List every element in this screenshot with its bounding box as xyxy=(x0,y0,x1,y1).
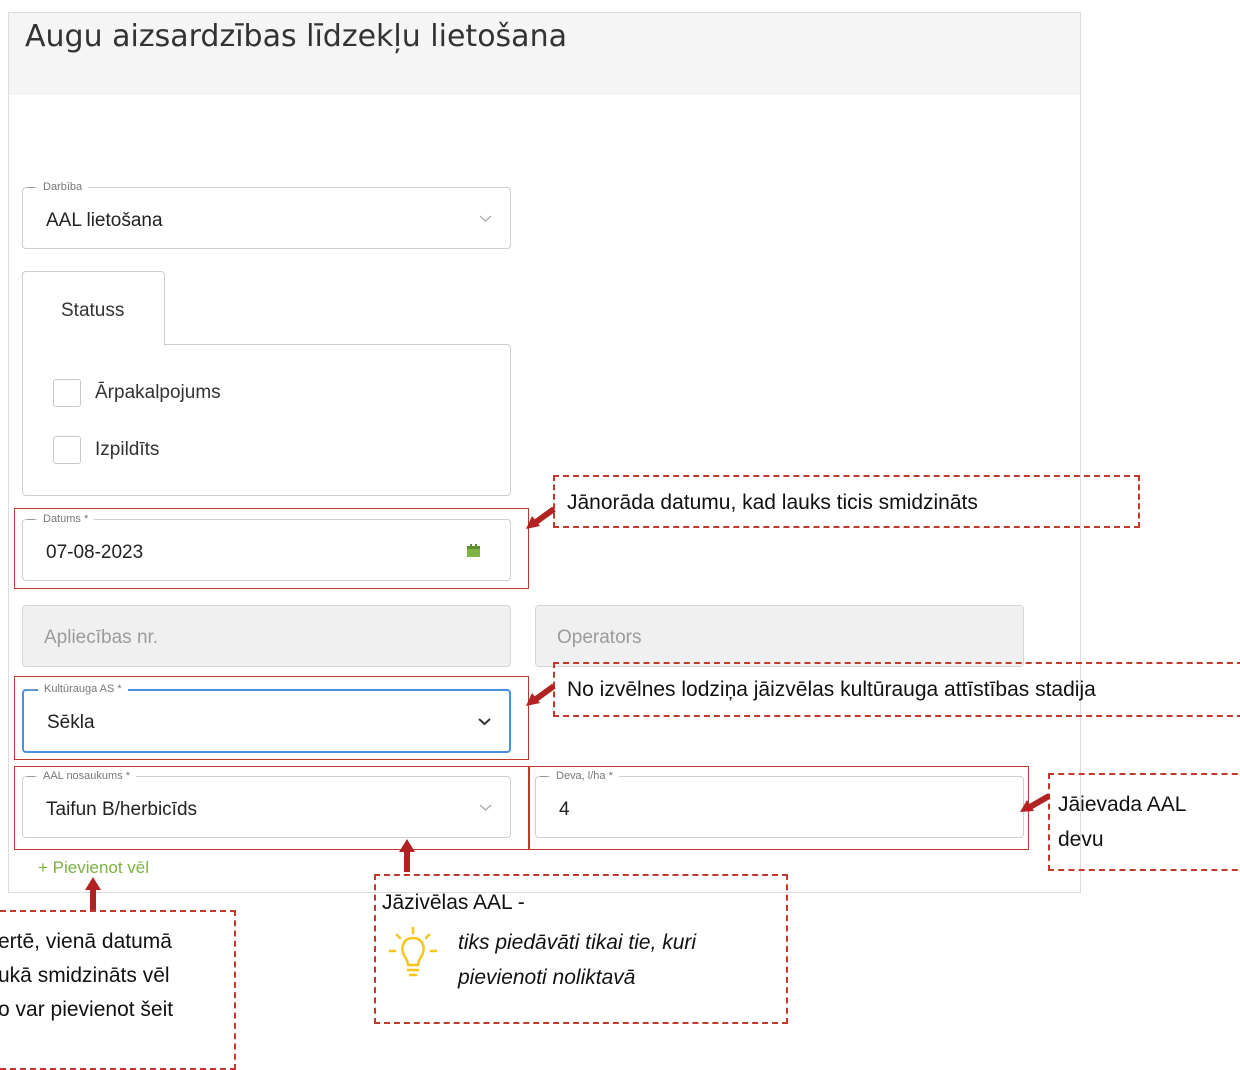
kulturauga-select[interactable]: Kultūrauga AS * Sēkla xyxy=(22,683,511,753)
datums-field[interactable]: Datums * 07-08-2023 xyxy=(22,513,511,581)
calendar-icon[interactable] xyxy=(467,544,480,557)
panel-header: Augu aizsardzības līdzekļu lietošana xyxy=(9,13,1080,95)
checkbox-box[interactable] xyxy=(53,379,81,407)
deva-legend: Deva, l/ha * xyxy=(540,770,619,782)
arrow-icon xyxy=(399,839,415,872)
callout-deva: Jāievada AAL devu xyxy=(1048,773,1240,871)
callout-add-line2: ukā smidzināts vēl xyxy=(0,964,170,987)
kulturauga-legend: Kultūrauga AS * xyxy=(28,683,128,695)
operators-placeholder: Operators xyxy=(557,627,642,648)
callout-deva-line1: Jāievada AAL xyxy=(1058,793,1187,816)
darbiba-select[interactable]: Darbība AAL lietošana xyxy=(22,181,511,249)
callout-deva-line2: devu xyxy=(1058,828,1104,851)
arrow-icon xyxy=(85,877,101,910)
lightbulb-icon xyxy=(388,926,438,977)
operators-input[interactable]: Operators xyxy=(535,605,1024,667)
callout-kulturauga-text: No izvēlnes lodziņa jāizvēlas kultūrauga… xyxy=(567,678,1096,701)
arrow-icon xyxy=(526,683,556,706)
darbiba-value: AAL lietošana xyxy=(46,210,163,231)
datums-legend: Datums * xyxy=(26,513,95,525)
deva-input[interactable]: Deva, l/ha * 4 xyxy=(535,770,1024,838)
callout-add-line1: ertē, vienā datumā xyxy=(0,930,172,953)
tab-statuss[interactable]: Statuss xyxy=(22,271,165,346)
tab-statuss-panel: Ārpakalpojums Izpildīts xyxy=(22,344,511,496)
chevron-down-icon xyxy=(479,215,492,223)
callout-datums-text: Jānorāda datumu, kad lauks ticis smidzin… xyxy=(567,491,978,514)
chevron-down-icon xyxy=(479,804,492,812)
callout-aal: Jāzivēlas AAL - tiks piedāvāti tikai tie… xyxy=(374,874,788,1024)
tab-statuss-label: Statuss xyxy=(61,300,125,321)
arrow-icon xyxy=(1020,793,1051,812)
callout-aal-line1: Jāzivēlas AAL - xyxy=(382,891,525,914)
callout-aal-line2: tiks piedāvāti tikai tie, kuri xyxy=(458,931,697,954)
checkbox-label: Ārpakalpojums xyxy=(95,382,221,403)
aal-value: Taifun B/herbicīds xyxy=(46,799,198,820)
aal-select[interactable]: AAL nosaukums * Taifun B/herbicīds xyxy=(22,770,511,838)
kulturauga-value: Sēkla xyxy=(47,712,95,733)
darbiba-legend: Darbība xyxy=(26,181,89,193)
checkbox-label: Izpildīts xyxy=(95,439,160,460)
deva-value: 4 xyxy=(559,799,570,820)
apliecibas-input[interactable]: Apliecības nr. xyxy=(22,605,511,667)
chevron-down-icon xyxy=(478,718,491,726)
callout-kulturauga: No izvēlnes lodziņa jāizvēlas kultūrauga… xyxy=(553,662,1240,717)
arrow-icon xyxy=(526,506,556,529)
aal-legend: AAL nosaukums * xyxy=(26,770,137,782)
callout-aal-line3: pievienoti noliktavā xyxy=(458,966,636,989)
page-title: Augu aizsardzības līdzekļu lietošana xyxy=(25,19,567,54)
checkbox-box[interactable] xyxy=(53,436,81,464)
callout-datums: Jānorāda datumu, kad lauks ticis smidzin… xyxy=(553,475,1140,528)
callout-add-more: ertē, vienā datumā ukā smidzināts vēl o … xyxy=(0,910,236,1070)
add-more-link[interactable]: + Pievienot vēl xyxy=(38,858,149,878)
datums-value: 07-08-2023 xyxy=(46,542,144,563)
apliecibas-placeholder: Apliecības nr. xyxy=(44,627,159,648)
callout-add-line3: o var pievienot šeit xyxy=(0,998,174,1021)
